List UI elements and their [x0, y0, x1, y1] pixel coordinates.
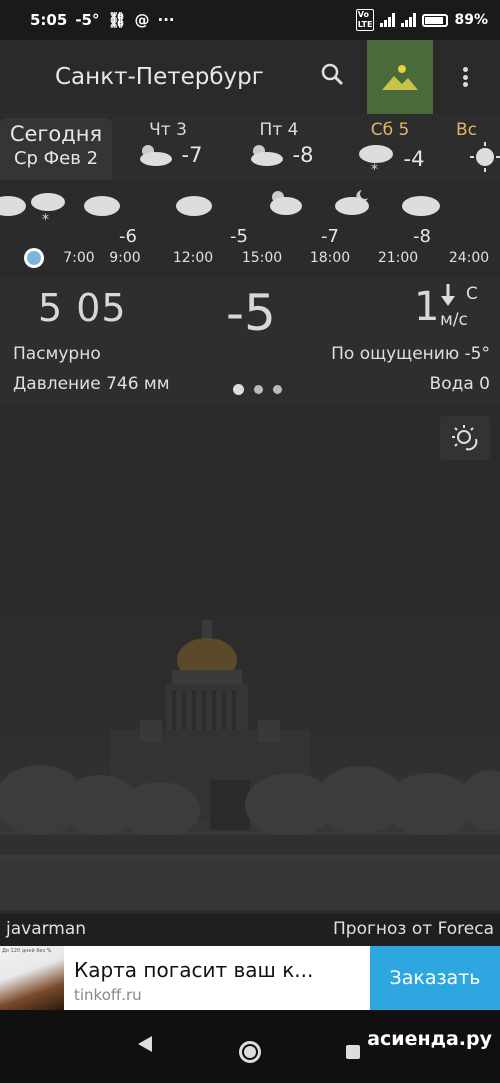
ad-thumb-text: До 120 дней без %: [2, 948, 52, 954]
day-today-tab[interactable]: Сегодня Ср Фев 2: [0, 118, 112, 180]
wind-unit: м/с: [440, 310, 468, 330]
photo-author[interactable]: javarman: [6, 919, 86, 939]
svg-text:*: *: [42, 212, 49, 228]
hour-label: 15:00: [241, 250, 283, 266]
current-temp: -5: [226, 284, 276, 342]
cathedral-silhouette: [0, 620, 500, 910]
hour-temp: -6: [119, 226, 137, 247]
hour-label: 24:00: [448, 250, 490, 266]
status-temp: -5°: [75, 11, 100, 29]
home-icon[interactable]: [239, 1041, 261, 1063]
hour-label: 12:00: [172, 250, 214, 266]
ad-order-button[interactable]: Заказать: [370, 946, 500, 1010]
day-tab-sat[interactable]: Сб 5 * -4: [345, 120, 435, 176]
day-tab-thu[interactable]: Чт 3 -7: [123, 120, 213, 168]
cloud-icon: [402, 196, 440, 216]
sun-cloud-toggle-icon: [452, 425, 478, 451]
hour-label: 21:00: [377, 250, 419, 266]
landscape-icon: [382, 65, 418, 90]
cloud-moon-icon: [335, 190, 369, 215]
back-icon[interactable]: [136, 1034, 154, 1054]
day-label: Пт 4: [259, 120, 299, 140]
day-tab-fri[interactable]: Пт 4 -8: [234, 120, 324, 168]
more-dots-icon: ···: [157, 11, 175, 29]
battery-percent: 89%: [454, 12, 488, 28]
city-title[interactable]: Санкт-Петербург: [55, 64, 264, 90]
day-label: Сб 5: [370, 120, 410, 140]
app-header: Санкт-Петербург: [0, 40, 500, 114]
day-temp: -4: [403, 147, 425, 171]
wind-direction-arrow-icon: [441, 284, 455, 306]
ad-url: tinkoff.ru: [74, 986, 142, 1004]
at-icon: @: [134, 11, 150, 29]
search-button[interactable]: [320, 62, 350, 92]
ad-title[interactable]: Карта погасит ваш к...: [74, 958, 313, 982]
recents-icon[interactable]: [346, 1045, 360, 1059]
today-date: Ср Фев 2: [13, 148, 99, 169]
today-label: Сегодня: [9, 122, 103, 146]
theme-toggle-button[interactable]: [440, 416, 490, 460]
condition-text: Пасмурно: [13, 344, 101, 364]
credits-bar: javarman Прогноз от Foreca: [0, 914, 500, 946]
current-time: 5 05: [38, 286, 127, 330]
day-label: Вс: [456, 120, 478, 140]
day-temp: -8: [292, 143, 314, 167]
hour-label: 7:00: [63, 250, 95, 266]
svg-text:*: *: [371, 162, 378, 176]
status-bar: 5:05 -5° ⛓ @ ··· Vo LTE 89%: [0, 0, 500, 40]
current-conditions[interactable]: 5 05 -5 1 С м/с Пасмурно По ощущению -5°…: [0, 278, 500, 404]
search-icon: [321, 63, 344, 86]
signal-icon-2: [401, 13, 417, 27]
page-indicator: [233, 384, 282, 395]
ad-banner[interactable]: До 120 дней без % Карта погасит ваш к...…: [0, 946, 500, 1010]
signal-icon: [380, 13, 396, 27]
pressure: Давление 746 мм: [13, 374, 170, 394]
hour-temp: -7: [321, 226, 339, 247]
status-time: 5:05: [30, 11, 68, 29]
snow-cloud-icon: *: [358, 145, 393, 176]
overflow-menu-button[interactable]: [455, 62, 475, 92]
cloud-sun-icon: [250, 145, 283, 166]
watermark: асиенда.ру: [367, 1028, 492, 1050]
forecast-provider[interactable]: Прогноз от Foreca: [333, 919, 494, 939]
wind-direction: С: [466, 284, 478, 304]
cloud-icon: [176, 196, 212, 216]
current-time-marker: [24, 248, 44, 268]
feels-like: По ощущению -5°: [331, 344, 490, 364]
system-navigation-bar: асиенда.ру: [0, 1010, 500, 1083]
hour-label: 18:00: [309, 250, 351, 266]
hour-temp: -8: [413, 226, 431, 247]
day-temp: -7: [181, 143, 203, 167]
day-label: Чт 3: [149, 120, 187, 140]
ad-thumbnail[interactable]: До 120 дней без %: [0, 946, 64, 1010]
link-icon: ⛓: [107, 11, 127, 29]
background-image-button[interactable]: [367, 40, 433, 114]
hourly-forecast[interactable]: * -6 -5 -7 -8 7:00 9:00 12:00 15:00 18:0…: [0, 180, 500, 270]
hour-label: 9:00: [109, 250, 141, 266]
water-temp: Вода 0: [429, 374, 490, 394]
cloud-icon: [84, 196, 120, 216]
cloud-icon: [0, 196, 26, 216]
volte-icon: Vo LTE: [355, 9, 375, 31]
cloud-sun-icon: [270, 191, 302, 215]
hour-temp: -5: [230, 226, 248, 247]
day-tab-sun[interactable]: Вс: [456, 120, 500, 172]
snow-cloud-icon: *: [31, 193, 65, 228]
cloud-sun-icon: [139, 145, 172, 166]
wind-speed: 1: [414, 284, 440, 330]
sun-icon: [470, 142, 500, 172]
battery-icon: [422, 13, 449, 27]
daily-forecast: Сегодня Ср Фев 2 Чт 3 -7 Пт 4 -8 Сб 5 * …: [0, 114, 500, 180]
